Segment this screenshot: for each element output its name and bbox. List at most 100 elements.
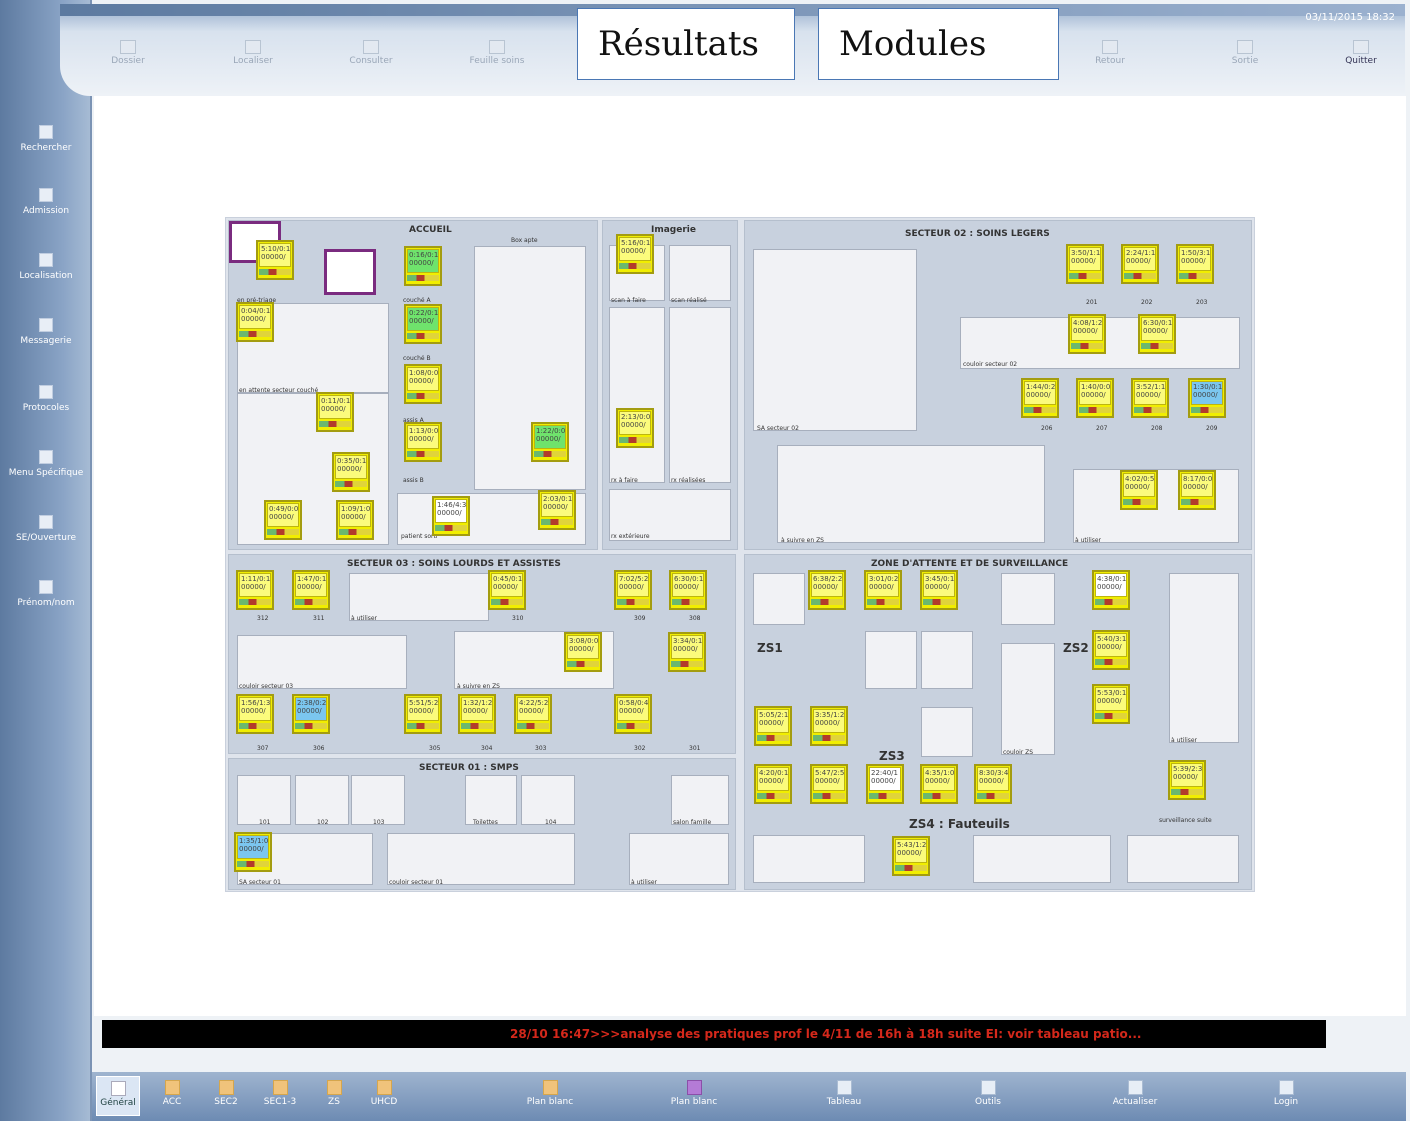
patient-card[interactable]: 4:22/5:2 00000/: [514, 694, 552, 734]
tab-acc[interactable]: ACC: [150, 1080, 194, 1107]
patient-card[interactable]: 1:32/1:2 00000/: [458, 694, 496, 734]
room-box[interactable]: [465, 775, 517, 825]
patient-card[interactable]: 1:40/0:0 00000/: [1076, 378, 1114, 418]
room-box[interactable]: [1001, 573, 1055, 625]
patient-card[interactable]: 2:24/1:1 00000/: [1121, 244, 1159, 284]
patient-card[interactable]: 5:39/2:3 00000/: [1168, 760, 1206, 800]
toolbar-retour-button[interactable]: Retour: [1075, 40, 1145, 66]
toolbar-consulter-button[interactable]: Consulter: [336, 40, 406, 66]
patient-card[interactable]: 2:38/0:2 00000/: [292, 694, 330, 734]
patient-card[interactable]: 1:13/0:0 00000/: [404, 422, 442, 462]
pretriage-box[interactable]: [324, 249, 376, 295]
patient-card[interactable]: 0:22/0:1 00000/: [404, 304, 442, 344]
patient-card[interactable]: 3:34/0:1 00000/: [668, 632, 706, 672]
toolbar-localiser-button[interactable]: Localiser: [218, 40, 288, 66]
actualiser-button[interactable]: Actualiser: [1104, 1080, 1166, 1107]
patient-card[interactable]: 4:02/0:5 00000/: [1120, 470, 1158, 510]
patient-card[interactable]: 8:30/3:4 00000/: [974, 764, 1012, 804]
patient-card[interactable]: 3:08/0:0 00000/: [564, 632, 602, 672]
room-box[interactable]: [753, 249, 917, 431]
sidebar-item-localisation[interactable]: Localisation: [4, 253, 88, 281]
patient-card[interactable]: 1:35/1:0 00000/: [234, 832, 272, 872]
tab-uhcd[interactable]: UHCD: [362, 1080, 406, 1107]
room-box[interactable]: [349, 573, 489, 621]
patient-card[interactable]: 1:50/3:1 00000/: [1176, 244, 1214, 284]
tab-sec2[interactable]: SEC2: [204, 1080, 248, 1107]
patient-card[interactable]: 4:20/0:1 00000/: [754, 764, 792, 804]
patient-card[interactable]: 4:35/1:0 00000/: [920, 764, 958, 804]
patient-card[interactable]: 2:13/0:0 00000/: [616, 408, 654, 448]
patient-card[interactable]: 3:45/0:1 00000/: [920, 570, 958, 610]
room-box[interactable]: [237, 635, 407, 689]
room-box[interactable]: [1127, 835, 1239, 883]
patient-card[interactable]: 1:22/0:0 00000/: [531, 422, 569, 462]
room-box[interactable]: [865, 631, 917, 689]
patient-card[interactable]: 6:30/0:1 00000/: [669, 570, 707, 610]
room-box[interactable]: [973, 835, 1111, 883]
patient-card[interactable]: 0:11/0:1 00000/: [316, 392, 354, 432]
sidebar-item-messagerie[interactable]: Messagerie: [4, 318, 88, 346]
patient-card[interactable]: 4:08/1:2 00000/: [1068, 314, 1106, 354]
room-box[interactable]: [921, 631, 973, 689]
patient-card[interactable]: 1:46/4:3 00000/: [432, 496, 470, 536]
patient-card[interactable]: 22:40/1 00000/: [866, 764, 904, 804]
room-box[interactable]: [753, 573, 805, 625]
tableau-button[interactable]: Tableau: [814, 1080, 874, 1107]
room-box[interactable]: [609, 307, 665, 483]
patient-card[interactable]: 0:04/0:1 00000/: [236, 302, 274, 342]
room-box[interactable]: [671, 775, 729, 825]
room-box[interactable]: [669, 307, 731, 483]
toolbar-sortie-button[interactable]: Sortie: [1210, 40, 1280, 66]
patient-card[interactable]: 7:02/5:2 00000/: [614, 570, 652, 610]
patient-card[interactable]: 5:47/2:5 00000/: [810, 764, 848, 804]
patient-card[interactable]: 4:38/0:1 00000/: [1092, 570, 1130, 610]
sidebar-item-protocoles[interactable]: Protocoles: [4, 385, 88, 413]
patient-card[interactable]: 2:03/0:1 00000/: [538, 490, 576, 530]
patient-card[interactable]: 3:35/1:2 00000/: [810, 706, 848, 746]
patient-card[interactable]: 1:44/0:2 00000/: [1021, 378, 1059, 418]
room-box[interactable]: [295, 775, 349, 825]
toolbar-feuille-button[interactable]: Feuille soins: [462, 40, 532, 66]
patient-card[interactable]: 0:16/0:1 00000/: [404, 246, 442, 286]
patient-card[interactable]: 3:50/1:1 00000/: [1066, 244, 1104, 284]
patient-card[interactable]: 0:45/0:1 00000/: [488, 570, 526, 610]
sidebar-item-rechercher[interactable]: Rechercher: [4, 125, 88, 153]
room-box[interactable]: [237, 775, 291, 825]
tab-zs[interactable]: ZS: [314, 1080, 354, 1107]
plan-blanc-button[interactable]: Plan blanc: [664, 1080, 724, 1107]
tab-general[interactable]: Général: [96, 1076, 140, 1116]
sidebar-item-se[interactable]: SE/Ouverture: [4, 515, 88, 543]
patient-card[interactable]: 5:51/5:2 00000/: [404, 694, 442, 734]
patient-card[interactable]: 6:30/0:1 00000/: [1138, 314, 1176, 354]
room-box[interactable]: [521, 775, 575, 825]
patient-card[interactable]: 5:10/0:1 00000/: [256, 240, 294, 280]
sidebar-item-menu[interactable]: Menu Spécifique: [4, 450, 88, 478]
patient-card[interactable]: 5:16/0:1 00000/: [616, 234, 654, 274]
room-box[interactable]: [1001, 643, 1055, 755]
room-box[interactable]: [753, 835, 865, 883]
outils-button[interactable]: Outils: [958, 1080, 1018, 1107]
login-button[interactable]: Login: [1256, 1080, 1316, 1107]
room-box[interactable]: [669, 245, 731, 301]
room-box[interactable]: [921, 707, 973, 757]
patient-card[interactable]: 8:17/0:0 00000/: [1178, 470, 1216, 510]
patient-card[interactable]: 0:58/0:4 00000/: [614, 694, 652, 734]
tab-sec1-3[interactable]: SEC1-3: [256, 1080, 304, 1107]
patient-card[interactable]: 5:43/1:2 00000/: [892, 836, 930, 876]
room-box[interactable]: [387, 833, 575, 885]
room-box[interactable]: [777, 445, 1045, 543]
patient-card[interactable]: 3:01/0:2 00000/: [864, 570, 902, 610]
patient-card[interactable]: 3:52/1:1 00000/: [1131, 378, 1169, 418]
patient-card[interactable]: 1:56/1:3 00000/: [236, 694, 274, 734]
sidebar-item-admission[interactable]: Admission: [4, 188, 88, 216]
patient-card[interactable]: 1:11/0:1 00000/: [236, 570, 274, 610]
patient-card[interactable]: 5:05/2:1 00000/: [754, 706, 792, 746]
sidebar-item-prenom[interactable]: Prénom/nom: [4, 580, 88, 608]
patient-card[interactable]: 1:47/0:1 00000/: [292, 570, 330, 610]
patient-card[interactable]: 1:08/0:0 00000/: [404, 364, 442, 404]
plan-blanc-button[interactable]: Plan blanc: [520, 1080, 580, 1107]
patient-card[interactable]: 0:49/0:0 00000/: [264, 500, 302, 540]
patient-card[interactable]: 6:38/2:2 00000/: [808, 570, 846, 610]
patient-card[interactable]: 1:09/1:0 00000/: [336, 500, 374, 540]
room-box[interactable]: [1169, 573, 1239, 743]
